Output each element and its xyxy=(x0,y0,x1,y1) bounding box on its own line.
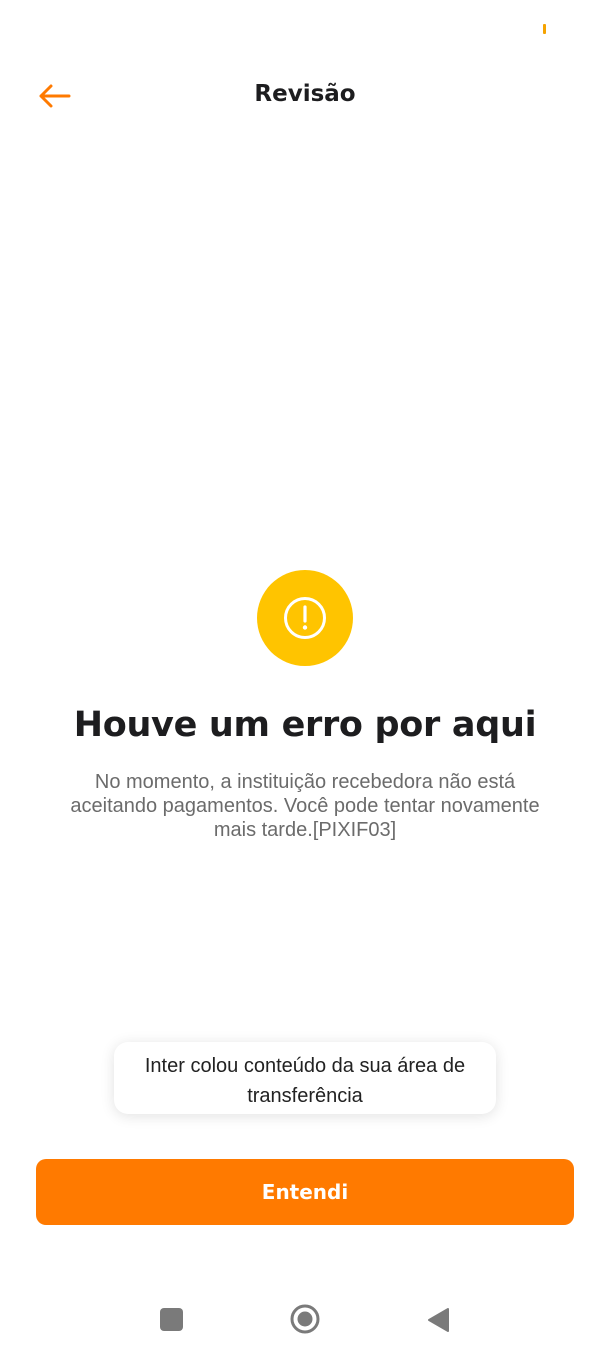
status-indicator xyxy=(543,24,546,34)
clipboard-toast: Inter colou conteúdo da sua área de tran… xyxy=(114,1042,496,1114)
page-title: Revisão xyxy=(254,81,356,107)
exclamation-circle-icon xyxy=(284,597,326,639)
understood-button[interactable]: Entendi xyxy=(36,1159,574,1225)
home-circle-icon[interactable] xyxy=(290,1304,320,1334)
back-triangle-icon[interactable] xyxy=(426,1307,450,1333)
error-message: No momento, a instituição recebedora não… xyxy=(70,771,540,841)
error-title: Houve um erro por aqui xyxy=(73,705,537,745)
system-navigation-bar xyxy=(0,1290,610,1350)
top-bar: Revisão xyxy=(0,58,610,132)
recents-square-icon[interactable] xyxy=(160,1308,183,1331)
warning-badge xyxy=(257,570,353,666)
